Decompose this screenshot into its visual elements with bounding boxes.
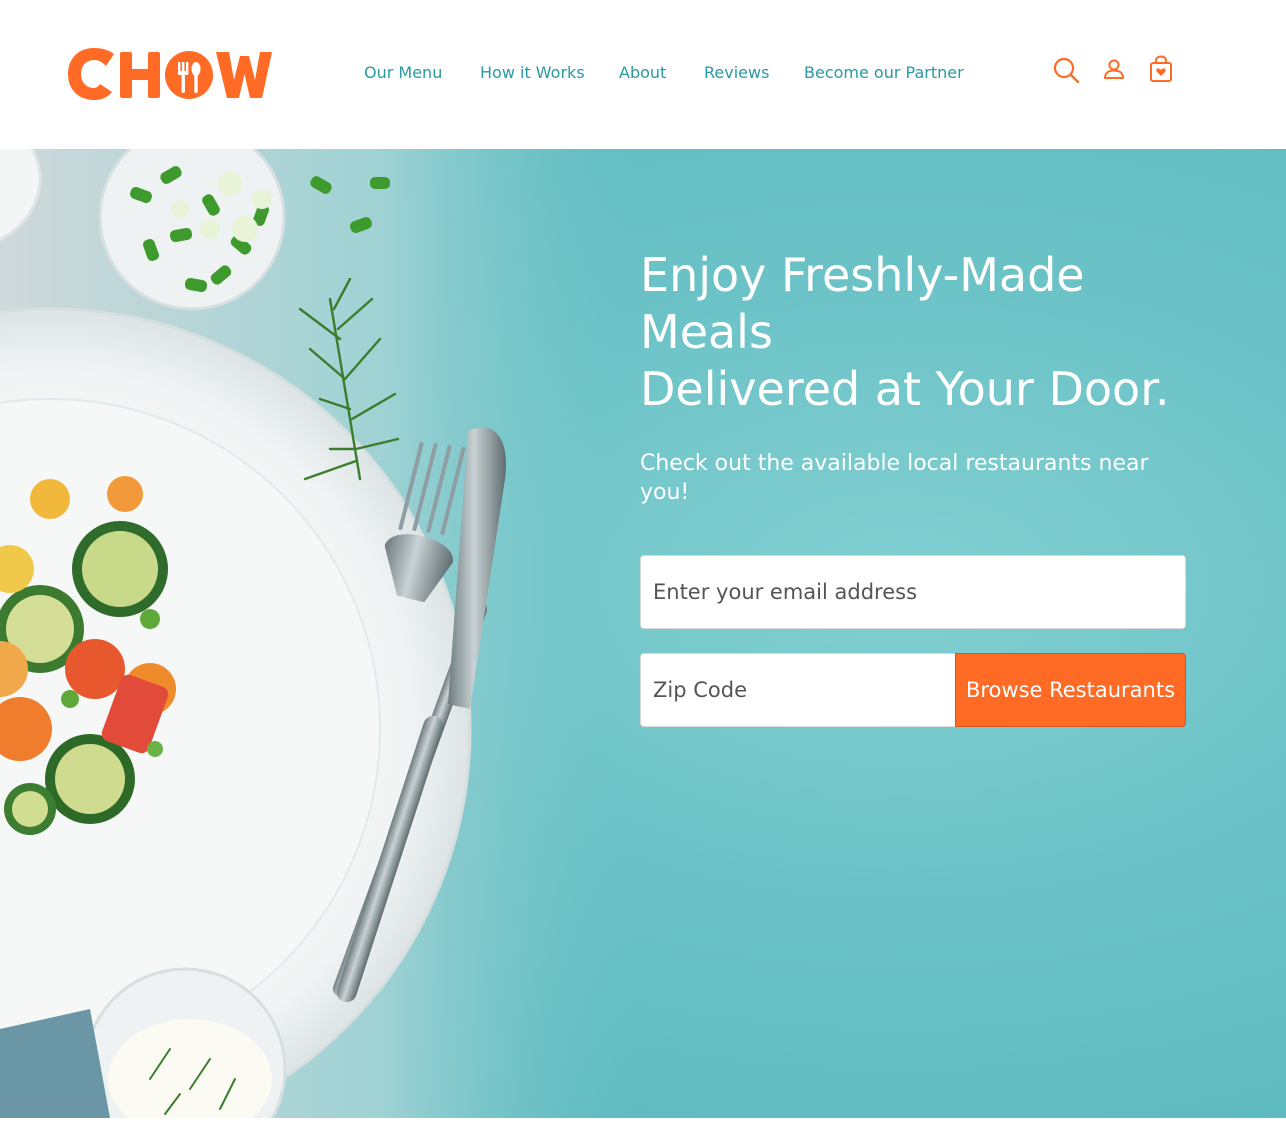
food-photo bbox=[0, 149, 640, 1118]
site-header: Our Menu How it Works About Reviews Beco… bbox=[0, 0, 1286, 149]
page-bottom-strip bbox=[0, 1118, 1286, 1138]
user-icon[interactable] bbox=[1103, 58, 1125, 80]
hero-headline: Enjoy Freshly-Made Meals Delivered at Yo… bbox=[640, 247, 1240, 418]
headline-line-1: Enjoy Freshly-Made bbox=[640, 248, 1085, 302]
nav-become-partner[interactable]: Become our Partner bbox=[804, 62, 964, 84]
nav-our-menu[interactable]: Our Menu bbox=[364, 62, 442, 84]
hero-section: Enjoy Freshly-Made Meals Delivered at Yo… bbox=[0, 149, 1286, 1118]
shopping-bag-icon[interactable] bbox=[1149, 55, 1173, 83]
search-icon[interactable] bbox=[1052, 56, 1080, 84]
nav-how-it-works[interactable]: How it Works bbox=[480, 62, 585, 84]
hero-subtext: Check out the available local restaurant… bbox=[640, 451, 1149, 505]
headline-line-2: Meals bbox=[640, 305, 773, 359]
browse-restaurants-button[interactable]: Browse Restaurants bbox=[955, 653, 1186, 727]
zip-code-field[interactable] bbox=[640, 653, 955, 727]
nav-reviews[interactable]: Reviews bbox=[704, 62, 769, 84]
headline-line-3: Delivered at Your Door. bbox=[640, 362, 1170, 416]
main-nav: Our Menu How it Works About Reviews Beco… bbox=[0, 62, 1286, 86]
email-field[interactable] bbox=[640, 555, 1186, 629]
nav-about[interactable]: About bbox=[619, 62, 666, 84]
